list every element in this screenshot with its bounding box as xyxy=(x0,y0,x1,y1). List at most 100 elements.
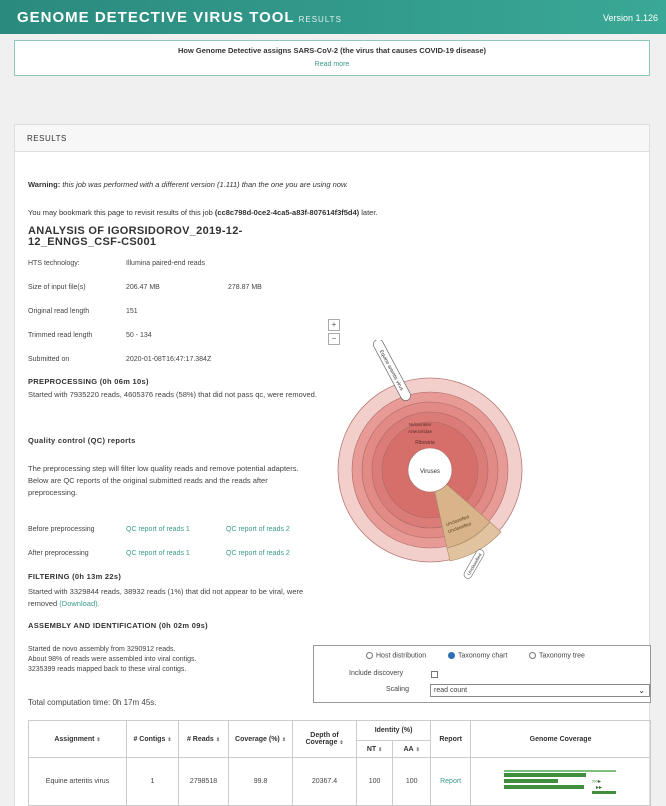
sunburst-ring2-label: Nidovirales xyxy=(409,422,432,427)
radio-icon xyxy=(366,652,373,659)
col-genome-label: Genome Coverage xyxy=(529,735,592,743)
assembly-line-3: 3235399 reads mapped back to these viral… xyxy=(28,666,187,673)
orf-arrows-icon: ▸▸ xyxy=(596,785,602,791)
assembly-heading: ASSEMBLY AND IDENTIFICATION (0h 02m 09s) xyxy=(28,621,208,630)
trim-length-label: Trimmed read length xyxy=(28,332,93,339)
cell-aa: 100 xyxy=(392,757,432,806)
notice-text: How Genome Detective assigns SARS-CoV-2 … xyxy=(177,46,487,55)
taxonomy-chart-radio[interactable]: Taxonomy chart xyxy=(448,652,507,659)
qc-before-reads2-link[interactable]: QC report of reads 2 xyxy=(226,526,290,533)
app-title: GENOME DETECTIVE VIRUS TOOL RESULTS xyxy=(17,9,342,26)
col-identity: Identity (%) xyxy=(355,720,432,741)
zoom-in-button[interactable]: + xyxy=(328,319,340,331)
job-id: (cc8c798d-0ce2-4ca5-a83f-807614f3f5d4) xyxy=(214,208,360,217)
qc-text: The preprocessing step will filter low q… xyxy=(28,464,299,497)
col-reads[interactable]: # Reads ⇕ xyxy=(178,720,229,758)
version-label: Version 1.126 xyxy=(602,13,658,23)
include-discovery-checkbox[interactable] xyxy=(431,671,438,678)
col-assignment[interactable]: Assignment ⇕ xyxy=(28,720,127,758)
col-contigs-label: # Contigs xyxy=(133,735,166,743)
coverage-bar xyxy=(503,772,564,777)
cell-reads: 2798518 xyxy=(178,757,229,806)
download-link[interactable]: (Download). xyxy=(59,599,99,608)
version-warning: Warning: this job was performed with a d… xyxy=(28,180,348,189)
qc-before-reads1-link[interactable]: QC report of reads 1 xyxy=(126,526,190,533)
assignment-table: Assignment ⇕ # Contigs ⇕ # Reads ⇕ Coverage… xyxy=(28,720,651,806)
warning-text: this job was performed with a different … xyxy=(62,180,349,189)
host-distribution-radio[interactable]: Host distribution xyxy=(366,652,426,659)
scaling-value: read count xyxy=(434,687,468,694)
size-value-2: 278.87 MB xyxy=(228,284,262,291)
cell-assignment: Equine arteritis virus xyxy=(28,757,127,806)
filtering-text: Started with 3329844 reads, 38932 reads … xyxy=(28,586,318,610)
hts-value: Illumina paired-end reads xyxy=(126,260,205,267)
qc-heading: Quality control (QC) reports xyxy=(28,436,136,445)
coverage-bar xyxy=(503,784,584,789)
submitted-value: 2020-01-08T16:47:17.384Z xyxy=(126,356,212,363)
col-identity-label: Identity (%) xyxy=(374,727,413,734)
taxonomy-tree-radio[interactable]: Taxonomy tree xyxy=(529,652,585,659)
chevron-down-icon: ⌄ xyxy=(638,686,645,695)
coverage-bar xyxy=(591,790,616,794)
sunburst-ring1-label: Riboviria xyxy=(415,440,435,446)
radio2-label: Taxonomy chart xyxy=(458,652,508,660)
sort-icon: ⇕ xyxy=(215,736,221,743)
chart-controls: Host distribution Taxonomy chart Taxonom… xyxy=(313,645,651,703)
col-coverage-label: Coverage (%) xyxy=(235,735,280,743)
include-discovery-label: Include discovery xyxy=(349,670,404,677)
col-aa-label: AA xyxy=(403,745,414,753)
table-row: Equine arteritis virus 1 2798518 99.8 20… xyxy=(28,757,651,806)
results-section-header: RESULTS xyxy=(14,124,650,152)
results-heading: RESULTS xyxy=(27,134,67,143)
coverage-track xyxy=(503,769,616,772)
col-assignment-label: Assignment xyxy=(54,735,95,743)
assembly-line-1: Started de novo assembly from 3290912 re… xyxy=(28,646,176,653)
scaling-label: Scaling xyxy=(386,686,409,693)
covid-notice-banner: How Genome Detective assigns SARS-CoV-2 … xyxy=(14,40,650,76)
col-depth[interactable]: Depth of Coverage ⇕ xyxy=(292,720,357,758)
sunburst-callout-label: Equine arteritis virus xyxy=(378,349,405,392)
size-label: Size of input file(s) xyxy=(28,284,86,291)
sunburst-ring2b-label: Arteriviridae xyxy=(408,429,433,434)
col-coverage[interactable]: Coverage (%) ⇕ xyxy=(228,720,293,758)
genome-coverage-bars[interactable]: ›››▸ ▸▸ xyxy=(496,764,626,798)
cell-report-link[interactable]: Report xyxy=(430,757,472,806)
sort-icon: ⇕ xyxy=(415,746,420,753)
col-aa[interactable]: AA ⇕ xyxy=(392,740,432,758)
warning-label: Warning: xyxy=(28,180,61,189)
qc-after-reads1-link[interactable]: QC report of reads 1 xyxy=(126,550,190,557)
taxonomy-sunburst-chart[interactable]: Viruses Riboviria Nidovirales Arteriviri… xyxy=(330,340,530,580)
radio1-label: Host distribution xyxy=(376,652,427,660)
coverage-bar xyxy=(503,778,558,783)
col-report: Report xyxy=(430,720,472,758)
after-preprocessing-label: After preprocessing xyxy=(28,550,89,557)
cell-coverage: 99.8 xyxy=(228,757,293,806)
qc-before-row: Before preprocessing QC report of reads … xyxy=(28,526,318,533)
bookmark-prefix: You may bookmark this page to revisit re… xyxy=(28,208,213,217)
assembly-line-2: About 98% of reads were assembled into v… xyxy=(28,656,197,663)
hts-label: HTS technology: xyxy=(28,260,80,267)
sunburst-center-label: Viruses xyxy=(420,469,440,475)
orig-length-value: 151 xyxy=(126,308,138,315)
qc-after-reads2-link[interactable]: QC report of reads 2 xyxy=(226,550,290,557)
col-nt-label: NT xyxy=(366,745,377,753)
coverage-bar xyxy=(557,772,586,777)
cell-depth: 20367.4 xyxy=(292,757,357,806)
preprocessing-heading: PREPROCESSING (0h 06m 10s) xyxy=(28,377,149,386)
scaling-select[interactable]: read count ⌄ xyxy=(430,684,650,697)
preprocessing-text: Started with 7935220 reads, 4605376 read… xyxy=(28,390,317,399)
trim-length-value: 50 - 134 xyxy=(126,332,152,339)
col-report-label: Report xyxy=(439,735,462,743)
radio-icon xyxy=(529,652,536,659)
bookmark-note: You may bookmark this page to revisit re… xyxy=(28,208,378,217)
app-header: GENOME DETECTIVE VIRUS TOOL RESULTS Versi… xyxy=(0,0,666,34)
col-genome-coverage: Genome Coverage xyxy=(470,720,651,758)
read-more-link[interactable]: Read more xyxy=(15,61,649,68)
bookmark-suffix: later. xyxy=(361,208,378,217)
total-computation-time: Total computation time: 0h 17m 45s. xyxy=(28,698,157,707)
cell-nt: 100 xyxy=(355,757,394,806)
col-contigs[interactable]: # Contigs ⇕ xyxy=(126,720,179,758)
app-title-text: GENOME DETECTIVE VIRUS TOOL xyxy=(17,9,295,26)
size-value-1: 206.47 MB xyxy=(126,284,160,291)
col-nt[interactable]: NT ⇕ xyxy=(355,740,394,758)
